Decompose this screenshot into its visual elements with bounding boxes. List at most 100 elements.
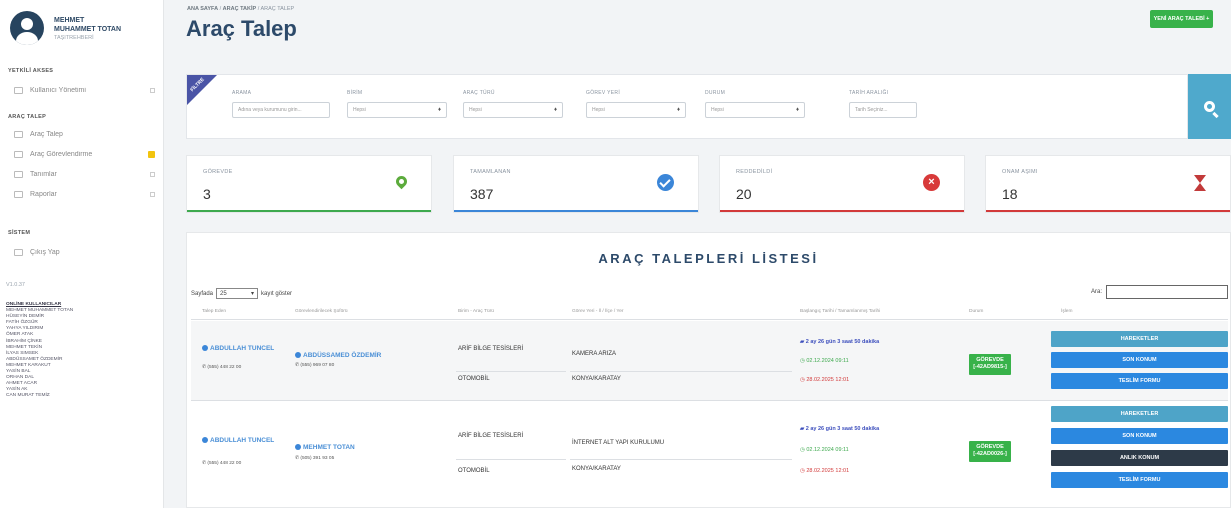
task-description: İNTERNET ALT YAPI KURULUMU — [572, 440, 665, 446]
breadcrumb-vehicle-tracking[interactable]: ARAÇ TAKİP — [223, 6, 257, 12]
start-date-text: 02.12.2024 09:11 — [806, 447, 849, 453]
delivery-form-button[interactable]: TESLİM FORMU — [1051, 373, 1228, 389]
stat-value: 20 — [736, 186, 752, 202]
duration-text: 2 ay 26 gün 3 saat 50 dakika — [805, 339, 880, 345]
column-header[interactable]: Görev Yeri - İl / İlçe / Yer — [572, 309, 623, 314]
status-badge: GÖREVDE [-42AD0026-] — [969, 441, 1011, 462]
caret-down-icon: ♦ — [437, 107, 441, 113]
table-search-input[interactable] — [1106, 285, 1229, 299]
driver-name-text: ABDÜSSAMED ÖZDEMİR — [303, 352, 382, 359]
status-code: [-42AD0026-] — [973, 451, 1007, 457]
driver-name[interactable]: MEHMET TOTAN — [295, 444, 355, 451]
caret-down-icon: ▾ — [251, 291, 255, 297]
sidebar-item-vehicle-request[interactable]: Araç Talep — [0, 124, 163, 144]
stat-value: 3 — [203, 186, 211, 202]
x-circle-icon: × — [923, 174, 940, 191]
list-title: ARAÇ TALEPLERİ LİSTESİ — [598, 251, 819, 266]
online-users-list: ONLİNE KULLANICILAR MEHMET MUHAMMET TOTA… — [0, 302, 163, 400]
divider — [456, 459, 566, 460]
stat-bar — [986, 210, 1230, 212]
end-date-text: 28.02.2025 12:01 — [806, 468, 850, 474]
avatar — [10, 11, 44, 45]
requester-phone: ✆ (555) 448 22 00 — [202, 461, 242, 466]
duration: ▰ 2 ay 26 gün 3 saat 50 dakika — [800, 339, 880, 345]
stat-card-rejected[interactable]: REDDEDİLDİ 20 × — [719, 155, 965, 213]
requester-phone-text: (555) 448 22 00 — [207, 461, 242, 466]
unit-select-value: Hepsi — [353, 107, 366, 113]
column-header[interactable]: Görevlendirilecek Şoförü — [295, 309, 348, 314]
caret-down-icon: ♦ — [795, 107, 799, 113]
sidebar-item-label: Tanımlar — [30, 170, 57, 178]
unit-name: ARİF BİLGE TESİSLERİ — [458, 346, 524, 352]
user-profile[interactable]: MEHMET MUHAMMET TOTAN TAŞITREHBERİ — [0, 0, 163, 56]
sidebar-item-label: Araç Talep — [30, 130, 63, 138]
divider — [570, 459, 792, 460]
status-text: GÖREVDE — [976, 444, 1004, 450]
status-select[interactable]: Hepsi ♦ — [705, 102, 805, 118]
requester-phone-text: (555) 448 22 00 — [207, 365, 242, 370]
notification-badge — [148, 150, 155, 158]
stat-card-completed[interactable]: TAMAMLANAN 387 — [453, 155, 699, 213]
stat-card-on-duty[interactable]: GÖREVDE 3 — [186, 155, 432, 213]
search-button[interactable] — [1188, 74, 1231, 139]
column-header[interactable]: Durum — [969, 309, 983, 314]
new-request-button[interactable]: YENİ ARAÇ TALEBİ + — [1150, 10, 1213, 28]
live-location-button[interactable]: ANLIK KONUM — [1051, 450, 1228, 466]
unit-name: ARİF BİLGE TESİSLERİ — [458, 433, 524, 439]
task-location: KONYA/KARATAY — [572, 466, 621, 472]
sidebar-item-vehicle-assignment[interactable]: Araç Görevlendirme — [0, 144, 163, 164]
end-date: ◷ 28.02.2025 12:01 — [800, 468, 850, 474]
status-code: [-42AD9815-] — [973, 364, 1007, 370]
start-date-text: 02.12.2024 09:11 — [806, 358, 849, 364]
last-location-button[interactable]: SON KONUM — [1051, 428, 1228, 444]
delivery-form-button[interactable]: TESLİM FORMU — [1051, 472, 1228, 488]
start-date: ◷ 02.12.2024 09:11 — [800, 447, 849, 453]
column-header[interactable]: Başlangıç Tarihi / Tamamlanmış Tarihi — [800, 309, 880, 314]
divider — [570, 371, 792, 372]
filter-label: GÖREV YERİ — [586, 90, 621, 96]
unit-select[interactable]: Hepsi ♦ — [347, 102, 447, 118]
page-title: Araç Talep — [186, 16, 297, 41]
last-location-button[interactable]: SON KONUM — [1051, 352, 1228, 368]
sidebar-item-logout[interactable]: Çıkış Yap — [0, 242, 163, 262]
date-range-input[interactable]: Tarih Seçiniz... — [849, 102, 917, 118]
column-header[interactable]: İşlem — [1061, 309, 1072, 314]
driver-phone: ✆ (505) 391 93 05 — [295, 456, 335, 461]
requester-name[interactable]: ABDULLAH TUNCEL — [202, 437, 274, 445]
breadcrumb-home[interactable]: ANA SAYFA — [187, 6, 218, 12]
page-length-prefix: Sayfada — [191, 290, 214, 297]
logout-icon — [14, 248, 23, 256]
driver-name[interactable]: ABDÜSSAMED ÖZDEMİR — [295, 352, 381, 359]
task-location-select[interactable]: Hepsi ♦ — [586, 102, 686, 118]
page-length-select[interactable]: 25 ▾ — [216, 288, 259, 299]
sidebar-item-reports[interactable]: Raporlar — [0, 184, 163, 204]
user-role: TAŞITREHBERİ — [54, 34, 94, 41]
breadcrumb: ANA SAYFA / ARAÇ TAKİP / ARAÇ TALEP — [187, 6, 294, 12]
search-input[interactable]: Adına veya kurumunu girin... — [232, 102, 330, 118]
user-first-name: MEHMET — [54, 16, 85, 24]
vehicle-type-select[interactable]: Hepsi ♦ — [463, 102, 563, 118]
user-icon — [295, 444, 301, 451]
requests-list-panel: ARAÇ TALEPLERİ LİSTESİ Sayfada 25 ▾ kayı… — [186, 232, 1231, 508]
table-header: Talep Eden Görevlendirilecek Şoförü Biri… — [191, 305, 1228, 320]
requester-phone: ✆ (555) 448 22 00 — [202, 365, 242, 370]
sidebar-section-title: ARAÇ TALEP — [8, 114, 47, 120]
sidebar-item-users[interactable]: Kullanıcı Yönetimi — [0, 80, 163, 100]
divider — [456, 371, 566, 372]
column-header[interactable]: Birim - Araç Türü — [458, 309, 494, 314]
page-length-value: 25 — [220, 290, 227, 297]
requester-name[interactable]: ABDULLAH TUNCEL — [202, 345, 274, 353]
page-length-suffix: kayıt göster — [261, 290, 293, 297]
sidebar-item-definitions[interactable]: Tanımlar — [0, 164, 163, 184]
user-icon — [202, 345, 208, 352]
search-icon — [1204, 101, 1215, 112]
movements-button[interactable]: HAREKETLER — [1051, 331, 1228, 347]
caret-down-icon: ♦ — [676, 107, 680, 113]
task-location-select-value: Hepsi — [592, 107, 605, 113]
column-header[interactable]: Talep Eden — [202, 309, 226, 314]
search-placeholder: Adına veya kurumunu girin... — [238, 107, 302, 113]
stat-label: ONAM AŞIMI — [1002, 169, 1038, 175]
stat-value: 18 — [1002, 186, 1018, 202]
stat-card-overdue[interactable]: ONAM AŞIMI 18 — [985, 155, 1231, 213]
movements-button[interactable]: HAREKETLER — [1051, 406, 1228, 422]
